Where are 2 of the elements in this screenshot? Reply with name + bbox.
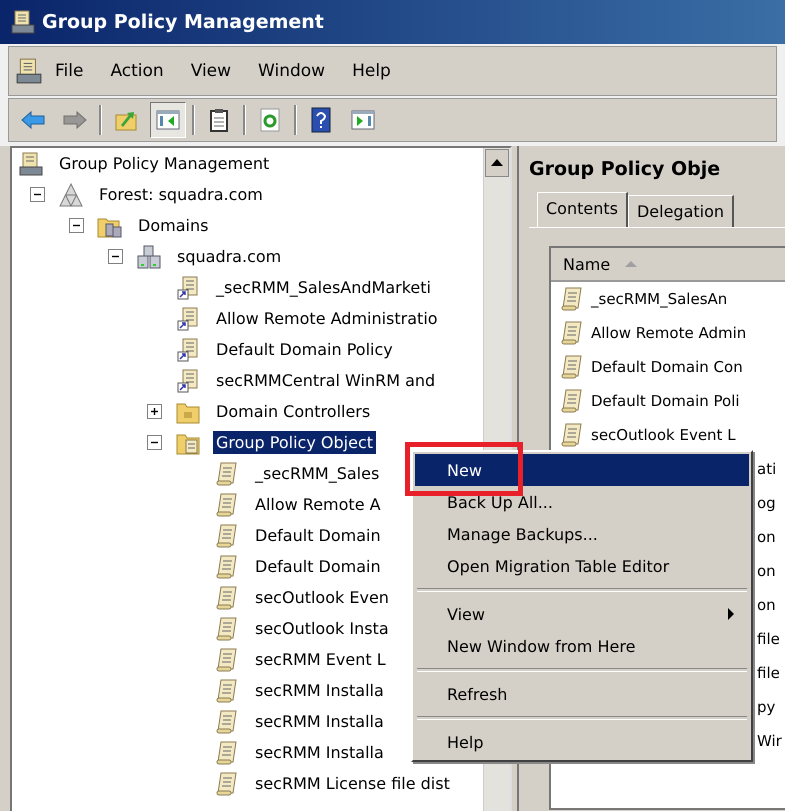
pane-title: Group Policy Obje — [529, 157, 722, 180]
window-title: Group Policy Management — [42, 11, 324, 33]
